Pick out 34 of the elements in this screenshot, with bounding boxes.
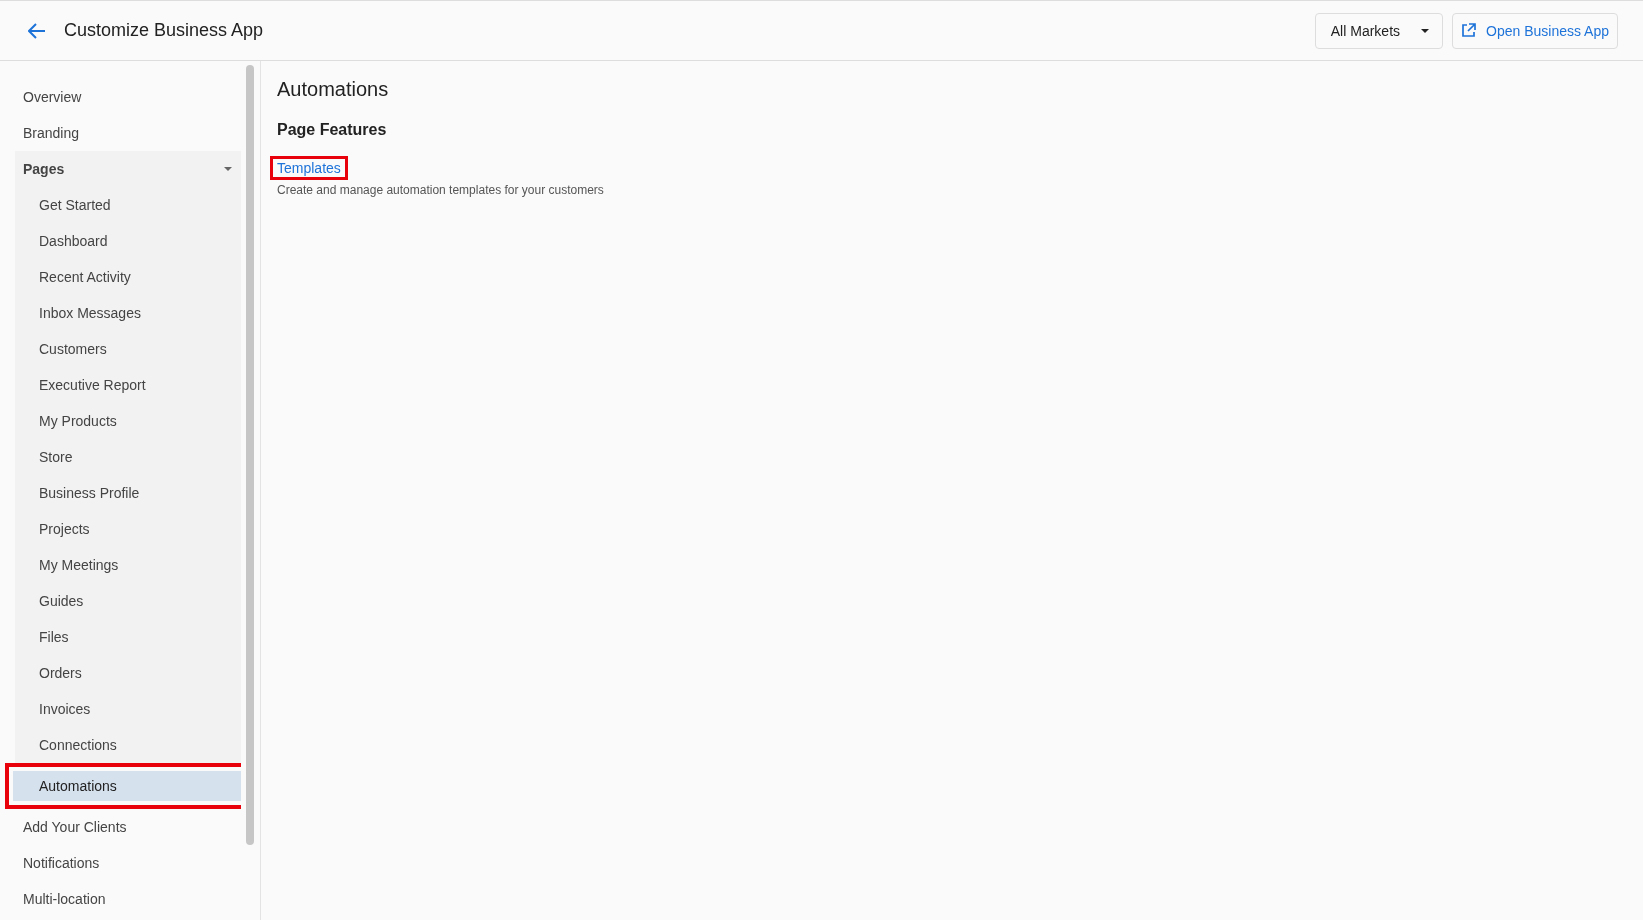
sidebar-item[interactable]: Add Your Clients xyxy=(15,809,241,845)
sidebar-item[interactable]: Invoices xyxy=(15,691,241,727)
sidebar-item[interactable]: Projects xyxy=(15,511,241,547)
content-title: Automations xyxy=(277,78,390,101)
sidebar-item[interactable]: Overview xyxy=(15,79,241,115)
sidebar-item[interactable]: Automations xyxy=(5,763,241,809)
sidebar-item[interactable]: Get Started xyxy=(15,187,241,223)
scrollbar-thumb[interactable] xyxy=(246,65,254,845)
sidebar-item[interactable]: Files xyxy=(15,619,241,655)
templates-link[interactable]: Templates xyxy=(270,156,348,180)
external-link-icon xyxy=(1461,23,1476,38)
sidebar-item[interactable]: Recent Activity xyxy=(15,259,241,295)
caret-icon xyxy=(223,166,233,172)
sidebar-item[interactable]: My Products xyxy=(15,403,241,439)
sidebar-item[interactable]: Customers xyxy=(15,331,241,367)
caret-icon xyxy=(1420,27,1430,34)
sidebar-item[interactable]: Notifications xyxy=(15,845,241,881)
sidebar-item[interactable]: Executive Report xyxy=(15,367,241,403)
sidebar-item[interactable]: Multi-location xyxy=(15,881,241,917)
page-title: Customize Business App xyxy=(64,20,264,41)
sidebar-item[interactable]: My Meetings xyxy=(15,547,241,583)
sidebar-item[interactable]: Dashboard xyxy=(15,223,241,259)
sidebar-item[interactable]: Orders xyxy=(15,655,241,691)
sidebar-item[interactable]: Inbox Messages xyxy=(15,295,241,331)
sidebar-item[interactable]: Store xyxy=(15,439,241,475)
sidebar-item[interactable]: Business Profile xyxy=(15,475,241,511)
sidebar-item[interactable]: Branding xyxy=(15,115,241,151)
sidebar-item[interactable]: Connections xyxy=(15,727,241,763)
section-title: Page Features xyxy=(277,121,388,139)
markets-dropdown[interactable]: All Markets xyxy=(1314,12,1443,49)
sidebar-group[interactable]: Pages xyxy=(15,151,241,187)
open-business-app-button[interactable]: Open Business App xyxy=(1452,12,1618,49)
feature-description: Create and manage automation templates for your customers xyxy=(277,183,605,197)
sidebar-item[interactable]: Guides xyxy=(15,583,241,619)
